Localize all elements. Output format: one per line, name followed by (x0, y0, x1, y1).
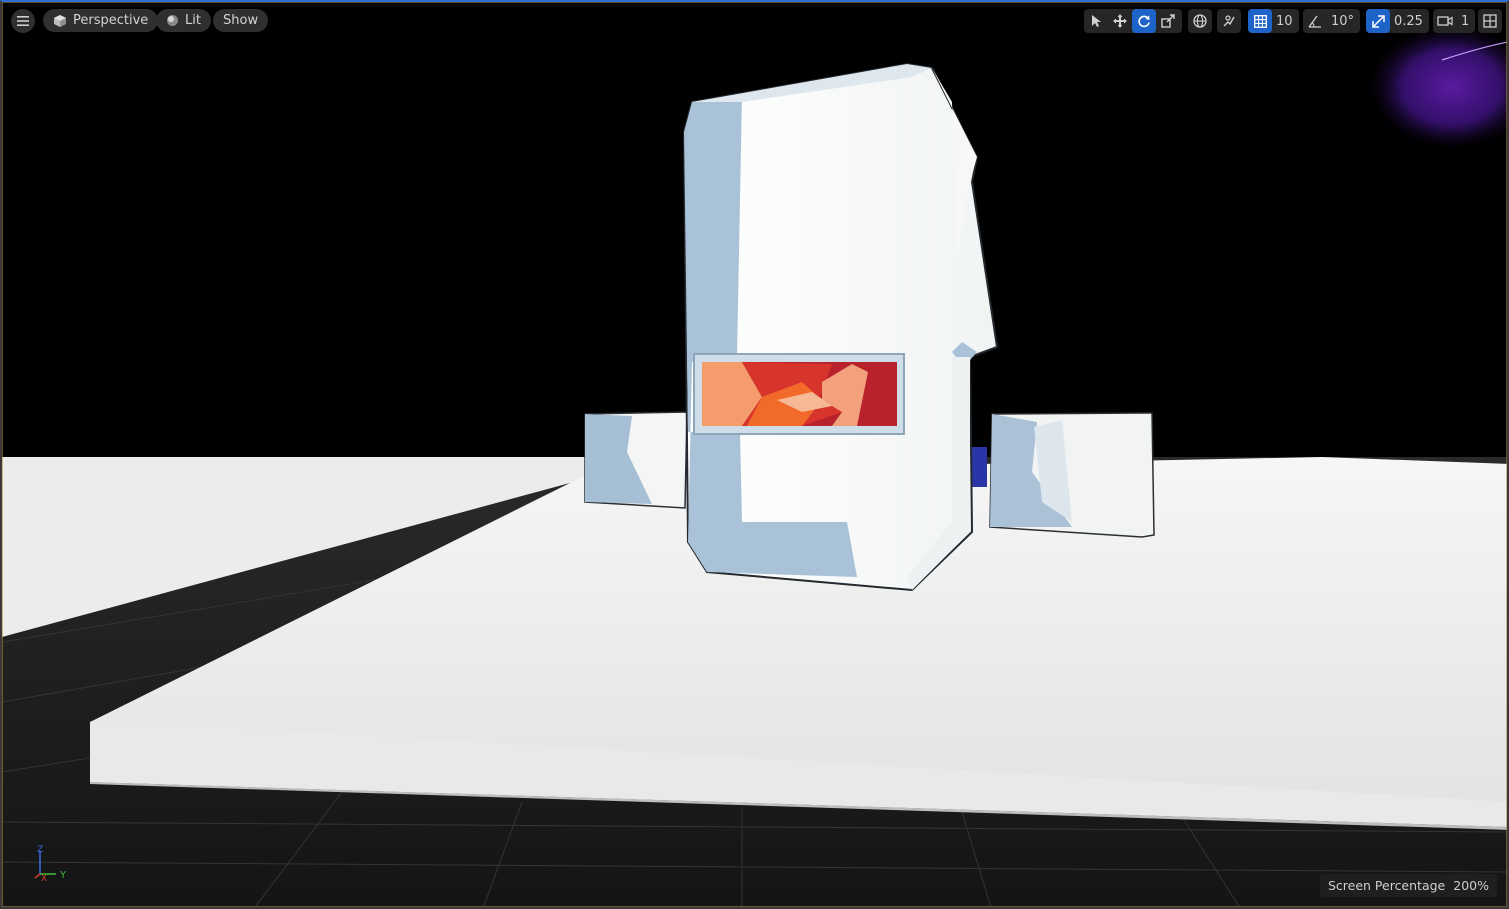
move-arrows-icon (1113, 14, 1127, 28)
rotate-tool-button[interactable] (1132, 9, 1156, 33)
screen-percentage-overlay: Screen Percentage 200% (1319, 874, 1497, 897)
view-mode-button[interactable]: Perspective (43, 9, 159, 32)
show-label: Show (223, 13, 259, 28)
show-button[interactable]: Show (213, 9, 269, 32)
grid-snap-group[interactable]: 10 (1248, 9, 1299, 33)
robot-body (682, 62, 999, 592)
axis-gizmo: Z X Y (34, 845, 67, 884)
axis-z-label: Z (37, 845, 43, 855)
grid-icon (1253, 14, 1267, 28)
screen-percentage-value: 200% (1453, 878, 1489, 893)
transform-tools (1084, 9, 1182, 33)
robot-left-arm (584, 411, 688, 509)
robot-visor (693, 353, 905, 435)
viewport-layout-button[interactable] (1478, 9, 1502, 33)
3d-scene[interactable] (2, 2, 1509, 909)
hamburger-icon (17, 16, 29, 26)
camera-speed-button[interactable] (1433, 9, 1457, 33)
translate-tool-button[interactable] (1108, 9, 1132, 33)
viewport-menu-button[interactable] (11, 9, 35, 33)
grid-snap-toggle[interactable] (1248, 9, 1272, 33)
scale-tool-button[interactable] (1156, 9, 1180, 33)
surface-snap-icon (1223, 15, 1235, 27)
rotation-snap-value: 10° (1331, 13, 1355, 29)
world-local-toggle[interactable] (1188, 9, 1212, 33)
rotation-snap-group[interactable]: 10° (1303, 9, 1361, 33)
screen-percentage-label: Screen Percentage (1327, 878, 1446, 893)
lit-mode-label: Lit (185, 13, 201, 28)
scale-snap-toggle[interactable] (1366, 9, 1390, 33)
axis-y-label: Y (59, 870, 67, 881)
cursor-arrow-icon (1092, 15, 1101, 27)
layout-grid-icon (1483, 14, 1497, 28)
scale-snap-icon (1371, 14, 1385, 28)
globe-icon (1193, 14, 1207, 28)
scale-snap-value: 0.25 (1394, 13, 1423, 29)
cube-icon (54, 14, 66, 27)
camera-speed-group[interactable]: 1 (1433, 9, 1476, 33)
surface-snapping-button[interactable] (1217, 9, 1241, 33)
grid-snap-value: 10 (1276, 13, 1293, 29)
lit-mode-button[interactable]: Lit (156, 9, 211, 32)
view-mode-label: Perspective (73, 13, 149, 28)
select-tool-button[interactable] (1084, 9, 1108, 33)
angle-icon (1308, 15, 1321, 28)
axis-x-label: X (41, 874, 47, 884)
rotate-icon (1138, 15, 1150, 28)
lit-sphere-icon (167, 15, 178, 26)
scale-icon (1161, 14, 1175, 28)
scale-snap-group[interactable]: 0.25 (1366, 9, 1429, 33)
rotation-snap-toggle[interactable] (1303, 9, 1327, 33)
camera-speed-value: 1 (1461, 13, 1470, 29)
level-viewport[interactable]: Perspective Lit Show 10 10° 0.25 1 Z X Y… (0, 0, 1509, 909)
camera-icon (1437, 16, 1453, 26)
